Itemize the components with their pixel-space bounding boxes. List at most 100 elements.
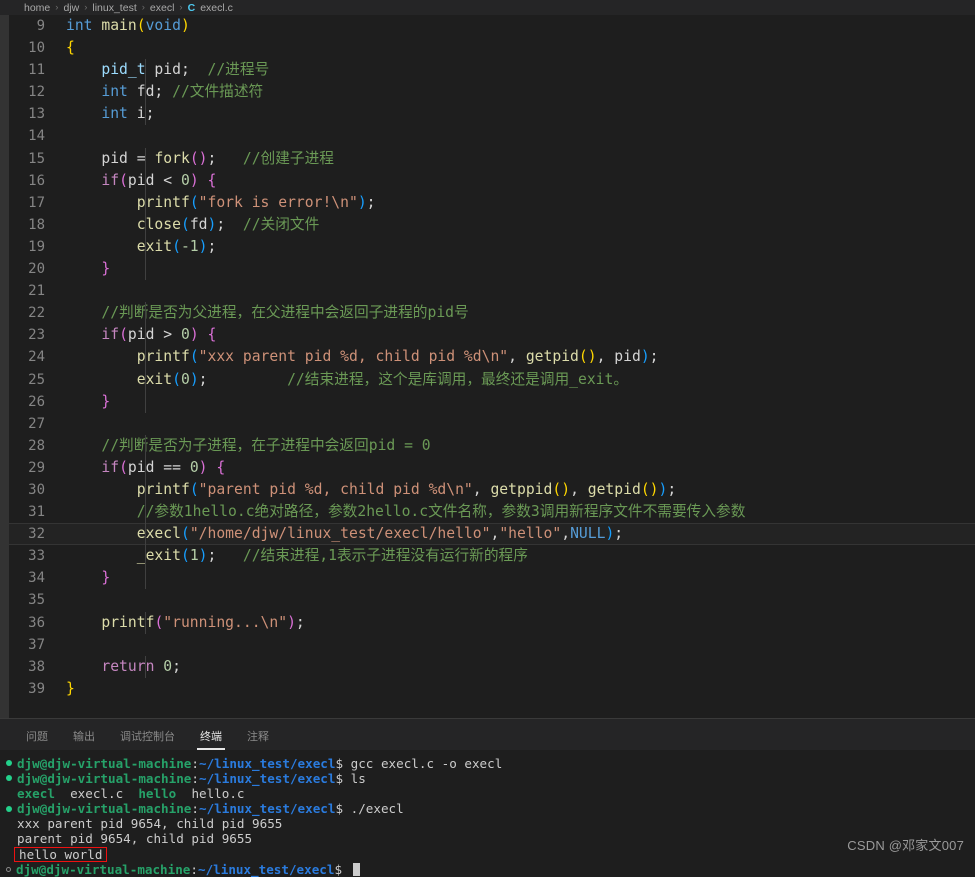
code-line[interactable]: 36 printf("running...\n"); [9,611,975,634]
breadcrumb-segment[interactable]: linux_test [92,2,136,14]
code-token: pid = [66,149,155,167]
line-number: 27 [28,415,45,432]
code-line[interactable]: 18 close(fd); //关闭文件 [9,213,975,236]
code-token: ) [198,237,208,255]
code-line[interactable]: 25 exit(0); //结束进程，这个是库调用，最终还是调用_exit。 [9,368,975,391]
terminal-prompt-colon: : [190,861,198,877]
code-line[interactable]: 20 } [9,258,975,281]
panel-tabs[interactable]: 问题 输出 调试控制台 终端 注释 [0,718,975,750]
code-token: ( [552,480,562,498]
code-line[interactable]: 10 { [9,37,975,59]
code-token: NULL [570,525,606,543]
code-token: ; [649,348,659,366]
code-token: "parent pid %d, child pid %d\n" [198,480,473,498]
indent-guide [145,213,146,236]
code-line[interactable]: 11 pid_t pid; //进程号 [9,59,975,82]
code-token: ( [172,237,181,255]
line-number: 14 [28,128,45,145]
panel-tab-item[interactable]: 问题 [18,731,56,750]
code-line[interactable]: 38 return 0; [9,655,975,678]
command-success-marker-icon [6,805,12,812]
code-line[interactable]: 24 printf("xxx parent pid %d, child pid … [9,346,975,369]
breadcrumb[interactable]: home › djw › linux_test › execl › Cexecl.c [0,0,975,15]
code-line[interactable]: 16 if(pid < 0) { [9,169,975,192]
code-line[interactable]: 21 [9,280,975,302]
line-number: 32 [28,526,45,543]
code-line[interactable]: 19 exit(-1); [9,235,975,259]
code-line[interactable]: 33 _exit(1); //结束进程,1表示子进程没有运行新的程序 [9,545,975,568]
code-token: , [472,480,491,498]
code-line[interactable]: 23 if(pid > 0) { [9,324,975,347]
code-token: } [101,392,111,410]
terminal-prompt-colon: : [191,770,199,786]
code-text: { [66,37,975,59]
breadcrumb-segment[interactable]: djw [63,2,79,14]
code-line[interactable]: 9 int main(void) [9,15,975,37]
code-token: main [101,17,137,34]
code-line[interactable]: 26 } [9,390,975,413]
terminal-prompt-path: ~/linux_test/execl [198,801,336,817]
code-line[interactable]: 28 //判断是否为子进程，在子进程中会返回pid = 0 [9,434,975,457]
no-marker-icon [6,821,12,827]
code-line[interactable]: 37 [9,634,975,656]
terminal-prompt-user: djw@djw-virtual-machine [16,861,191,877]
panel-tab-item[interactable]: 注释 [239,731,277,750]
terminal-line: xxx parent pid 9654, child pid 9655 [6,816,975,831]
terminal-cursor [352,862,360,876]
code-line[interactable]: 29 if(pid == 0) { [9,456,975,479]
code-text: } [66,678,975,700]
code-text: exit(-1); [66,235,975,259]
panel-tab-item[interactable]: 调试控制台 [112,731,183,750]
line-number: 39 [28,680,45,697]
code-token: void [145,17,181,34]
breadcrumb-segment[interactable]: execl [150,2,175,14]
code-line[interactable]: 22 //判断是否为父进程，在父进程中会返回子进程的pid号 [9,302,975,325]
terminal-prompt-user: djw@djw-virtual-machine [17,801,192,817]
code-token: ) [198,458,208,476]
line-number: 11 [28,62,45,79]
code-line[interactable]: 14 [9,125,975,147]
code-token: pid_t [101,61,146,79]
panel-tab-item[interactable]: 输出 [65,731,103,750]
terminal-line: djw@djw-virtual-machine: ~/linux_test/exe… [6,756,975,771]
code-token: ) [640,348,650,366]
code-line[interactable]: 30 printf("parent pid %d, child pid %d\n… [9,478,975,502]
line-number: 21 [28,283,45,300]
code-editor[interactable]: 9 int main(void) 10{11 pid_t pid; //进程号 12 … [9,15,975,718]
code-line[interactable]: 15 pid = fork(); //创建子进程 [9,147,975,170]
vscode-window: home › djw › linux_test › execl › Cexecl.c 9 int … [0,0,975,877]
breadcrumb-separator-icon: › [84,2,88,13]
terminal-output[interactable]: djw@djw-virtual-machine: ~/linux_test/exe… [0,749,975,877]
code-line[interactable]: 39} [9,678,975,700]
code-line[interactable]: 31 //参数1hello.c绝对路径，参数2hello.c文件名称，参数3调用… [9,501,975,524]
breadcrumb-segment[interactable]: home [24,2,50,14]
code-line[interactable]: 35 [9,589,975,611]
terminal-spacer [123,786,138,801]
breadcrumb-file-name[interactable]: execl.c [200,2,233,14]
code-token: ) [605,525,615,543]
indent-guide [145,567,146,590]
code-line[interactable]: 27 [9,413,975,435]
indent-guide [145,169,146,192]
code-line[interactable]: 13 int i; [9,103,975,126]
code-token: ) [189,370,199,388]
panel-tab-active[interactable]: 终端 [192,731,230,750]
code-line[interactable]: 12 int fd; //文件描述符 [9,81,975,104]
code-token: "running...\n" [163,613,288,631]
code-line[interactable]: 32 execl("/home/djw/linux_test/execl/hel… [9,523,975,546]
code-token: //判断是否为父进程，在父进程中会返回子进程的pid号 [101,304,469,322]
line-number: 37 [28,636,45,653]
terminal-spacer [55,786,70,801]
code-line[interactable]: 34 } [9,567,975,590]
code-token: ( [180,215,190,233]
code-line[interactable]: 17 printf("fork is error!\n"); [9,191,975,214]
line-number: 16 [28,172,45,189]
code-text: pid = fork(); //创建子进程 [66,147,975,170]
bottom-panel: 问题 输出 调试控制台 终端 注释 djw@djw-virtual-machine: ~/… [0,717,975,877]
indent-guide [145,59,146,82]
